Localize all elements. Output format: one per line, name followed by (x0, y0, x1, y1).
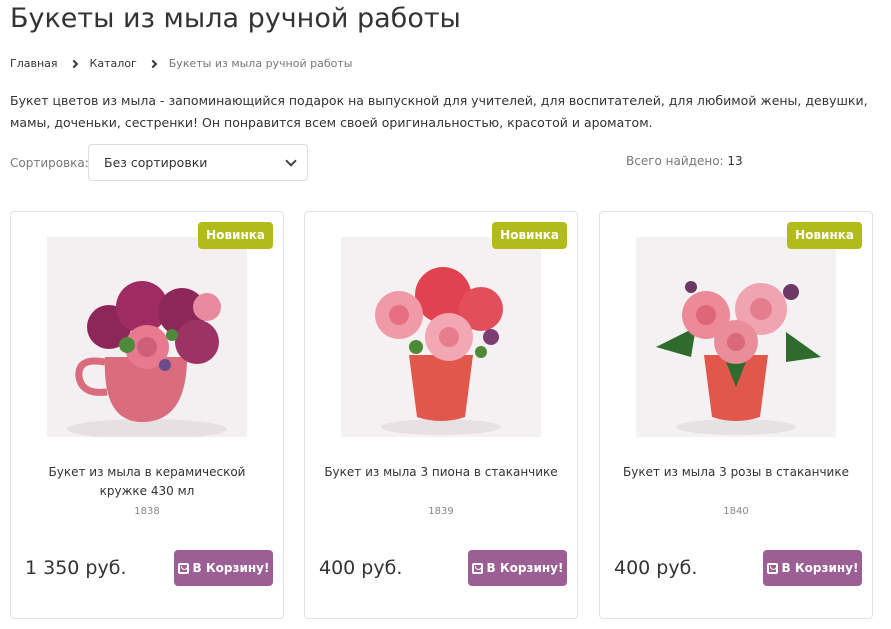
new-badge: Новинка (787, 222, 862, 249)
add-to-cart-label: В Корзину! (486, 561, 564, 575)
sort-selected-value: Без сортировки (104, 155, 208, 170)
breadcrumb-catalog-link[interactable]: Каталог (90, 57, 137, 70)
sort-label: Сортировка: (10, 156, 89, 170)
shopping-bag-icon (471, 562, 483, 574)
product-sku: 1839 (428, 506, 454, 517)
chevron-down-icon (285, 155, 297, 167)
product-name-link[interactable]: Букет из мыла 3 розы в стаканчике (612, 463, 860, 482)
product-card: Новинка Букет из мыла 3 розы в стаканчик… (599, 211, 873, 619)
add-to-cart-label: В Корзину! (781, 561, 859, 575)
add-to-cart-button[interactable]: В Корзину! (174, 550, 273, 586)
breadcrumb-home-link[interactable]: Главная (10, 57, 58, 70)
new-badge: Новинка (492, 222, 567, 249)
breadcrumb: Главная Каталог Букеты из мыла ручной ра… (10, 57, 352, 70)
found-label: Всего найдено: (626, 154, 724, 168)
sort-select[interactable]: Без сортировки (88, 144, 308, 181)
new-badge: Новинка (198, 222, 273, 249)
shopping-bag-icon (177, 562, 189, 574)
category-description: Букет цветов из мыла - запоминающийся по… (10, 93, 868, 130)
found-counter: Всего найдено: 13 (626, 154, 743, 168)
product-image[interactable] (47, 237, 247, 437)
page-title: Букеты из мыла ручной работы (10, 3, 461, 34)
breadcrumb-current: Букеты из мыла ручной работы (168, 57, 353, 70)
product-card: Новинка Букет из мыла 3 пиона в стаканчи… (304, 211, 578, 619)
add-to-cart-label: В Корзину! (192, 561, 270, 575)
product-card: Новинка Букет из мыла в керамической кру… (10, 211, 284, 619)
product-image[interactable] (636, 237, 836, 437)
shopping-bag-icon (766, 562, 778, 574)
add-to-cart-button[interactable]: В Корзину! (468, 550, 567, 586)
product-price: 1 350 руб. (25, 557, 127, 579)
product-sku: 1838 (134, 506, 160, 517)
product-image[interactable] (341, 237, 541, 437)
product-price: 400 руб. (319, 557, 403, 579)
found-count: 13 (727, 154, 743, 168)
chevron-right-icon (69, 59, 78, 68)
product-name-link[interactable]: Букет из мыла в керамической кружке 430 … (23, 463, 271, 501)
product-price: 400 руб. (614, 557, 698, 579)
product-name-link[interactable]: Букет из мыла 3 пиона в стаканчике (317, 463, 565, 482)
product-sku: 1840 (723, 506, 749, 517)
add-to-cart-button[interactable]: В Корзину! (763, 550, 862, 586)
chevron-right-icon (148, 59, 158, 68)
